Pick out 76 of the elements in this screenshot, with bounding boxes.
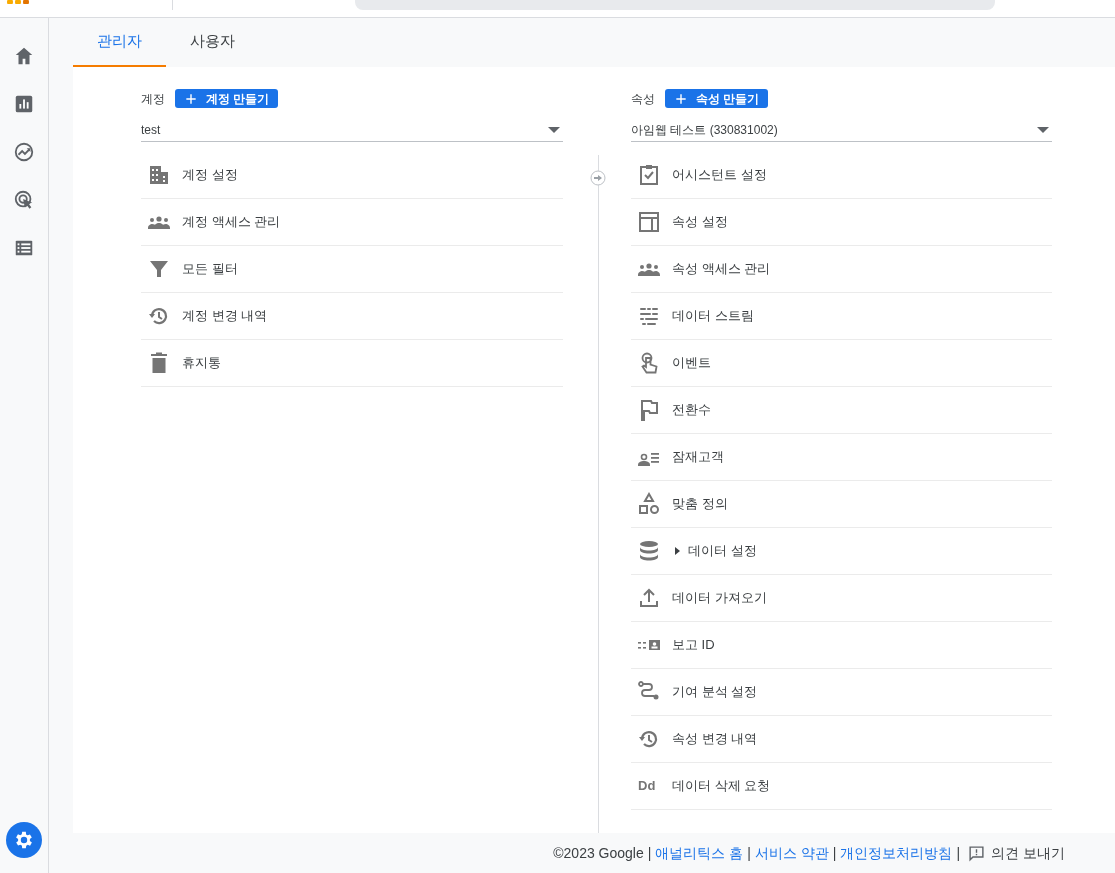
menu-item[interactable]: 속성 변경 내역	[631, 716, 1052, 763]
menu-item[interactable]: 맞춤 정의	[631, 481, 1052, 528]
separator: |	[956, 843, 961, 863]
menu-item[interactable]: 모든 필터	[141, 246, 563, 293]
bar-chart-icon	[13, 93, 35, 115]
building-icon	[147, 163, 171, 187]
menu-item-label: 데이터 삭제 요청	[672, 777, 771, 796]
section-label: 계정	[141, 90, 165, 108]
menu-item[interactable]: 데이터 설정	[631, 528, 1052, 575]
section-label: 속성	[631, 90, 655, 108]
separator: |	[647, 843, 652, 863]
menu-item[interactable]: 어시스턴트 설정	[631, 152, 1052, 199]
menu-item[interactable]: 데이터 스트림	[631, 293, 1052, 340]
dropdown-value: test	[141, 121, 161, 139]
menu-item-label: 속성 변경 내역	[672, 730, 758, 749]
copyright-text: ©2023 Google	[553, 843, 644, 863]
menu-item[interactable]: 데이터 가져오기	[631, 575, 1052, 622]
menu-item-label: 어시스턴트 설정	[672, 166, 767, 185]
feedback-icon	[968, 844, 986, 862]
arrow-circle-icon	[590, 170, 606, 186]
menu-item[interactable]: 기여 분석 설정	[631, 669, 1052, 716]
plus-icon	[184, 91, 198, 106]
menu-item-label: 잠재고객	[672, 448, 724, 467]
menu-item[interactable]: 속성 설정	[631, 199, 1052, 246]
menu-item-label: 기여 분석 설정	[672, 683, 758, 702]
shapes-icon	[637, 492, 661, 516]
menu-item[interactable]: 계정 설정	[141, 152, 563, 199]
upload-icon	[637, 586, 661, 610]
menu-item-label: 모든 필터	[182, 260, 238, 279]
trend-circle-icon	[13, 141, 35, 163]
footer-link[interactable]: 서비스 약관	[754, 842, 829, 864]
menu-item-label: 보고 ID	[672, 636, 715, 655]
click-target-icon	[13, 189, 35, 211]
letters-icon: Dd	[637, 776, 656, 796]
footer-link[interactable]: 개인정보처리방침	[840, 842, 953, 864]
clipboard-check-icon	[637, 163, 661, 187]
feedback-button[interactable]: 의견 보내기	[968, 842, 1065, 864]
settings-icon	[13, 829, 35, 851]
menu-item[interactable]: 속성 액세스 관리	[631, 246, 1052, 293]
home-icon	[13, 45, 35, 67]
create-button[interactable]: 계정 만들기	[175, 89, 279, 108]
menu-item-label: 계정 변경 내역	[182, 307, 268, 326]
menu-item-label: 맞춤 정의	[672, 495, 728, 514]
settings-button[interactable]	[6, 822, 42, 858]
menu-item-label: 데이터 설정	[688, 542, 757, 561]
menu-item[interactable]: 이벤트	[631, 340, 1052, 387]
menu-item-label: 데이터 가져오기	[672, 589, 767, 608]
plus-icon	[674, 91, 688, 106]
menu-item[interactable]: 휴지통	[141, 340, 563, 387]
menu-item-label: 전환수	[672, 401, 711, 420]
separator: |	[747, 843, 751, 863]
menu-item[interactable]: 보고 ID	[631, 622, 1052, 669]
menu-item-label: 속성 액세스 관리	[672, 260, 771, 279]
menu-item-label: 속성 설정	[672, 213, 728, 232]
footer-link[interactable]: 애널리틱스 홈	[655, 842, 744, 864]
menu-item[interactable]: 계정 변경 내역	[141, 293, 563, 340]
menu-item-label: 이벤트	[672, 354, 711, 373]
menu-item[interactable]: 잠재고객	[631, 434, 1052, 481]
dropdown-arrow-icon	[548, 126, 560, 133]
dropdown[interactable]: 아임웹 테스트 (330831002)	[631, 118, 1052, 142]
menu-item-label: 계정 설정	[182, 166, 238, 185]
separator: |	[832, 843, 837, 863]
tab[interactable]: 사용자	[166, 18, 259, 67]
menu-item[interactable]: 전환수	[631, 387, 1052, 434]
layout-icon	[637, 210, 661, 234]
database-icon	[637, 539, 661, 563]
menu-item-label: 계정 액세스 관리	[182, 213, 281, 232]
menu-item[interactable]: Dd 데이터 삭제 요청	[631, 763, 1052, 810]
menu-item[interactable]: 계정 액세스 관리	[141, 199, 563, 246]
dropdown-arrow-icon	[1037, 126, 1049, 133]
create-button[interactable]: 속성 만들기	[665, 89, 769, 108]
menu-item-label: 휴지통	[182, 354, 221, 373]
dropdown-value: 아임웹 테스트 (330831002)	[631, 121, 778, 139]
dropdown[interactable]: test	[141, 118, 563, 142]
menu-item-label: 데이터 스트림	[672, 307, 754, 326]
logo-icon	[6, 0, 30, 4]
